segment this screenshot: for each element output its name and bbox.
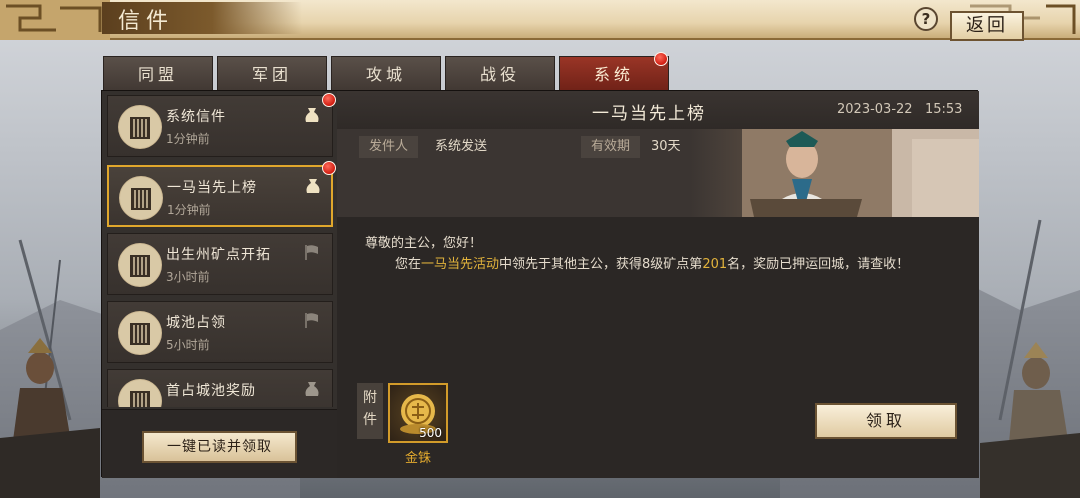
tab-campaign[interactable]: 战役	[445, 56, 555, 92]
sidebar-footer: 一键已读并领取	[102, 409, 337, 478]
validity-value: 30天	[651, 139, 681, 154]
scroll-icon	[118, 311, 162, 355]
attachment-name: 金铢	[404, 451, 431, 466]
mail-item-title: 系统信件	[166, 109, 226, 125]
sender-label: 发件人	[359, 136, 419, 158]
reward-bag-icon	[306, 179, 320, 193]
mail-item-system[interactable]: 系统信件 1分钟前	[107, 95, 333, 157]
mail-item-mine-expansion[interactable]: 出生州矿点开拓 3小时前	[107, 233, 333, 295]
mail-item-title: 城池占领	[166, 315, 226, 331]
mail-item-city-occupy[interactable]: 城池占领 5小时前	[107, 301, 333, 363]
mail-item-title: 出生州矿点开拓	[166, 247, 271, 263]
mail-meta: 发件人 系统发送 有效期 30天	[337, 136, 737, 158]
mail-time: 15:53	[924, 102, 963, 117]
mail-list: 系统信件 1分钟前 一马当先上榜 1分钟前 出生州矿点开拓 3小时前 城池占领 …	[107, 95, 333, 407]
mail-body-paragraph: 您在一马当先活动中领先于其他主公，获得8级矿点第201名，奖励已押运回城，请查收…	[365, 254, 945, 275]
attachment-quantity: 500	[419, 426, 442, 440]
strategist-portrait	[742, 129, 979, 217]
tab-legion[interactable]: 军团	[217, 56, 327, 92]
flag-icon	[305, 313, 318, 328]
event-name-highlight: 一马当先活动	[421, 257, 500, 272]
mail-header: 一马当先上榜 2023-03-22 15:53	[337, 91, 979, 129]
mail-item-first-place[interactable]: 一马当先上榜 1分钟前	[107, 165, 333, 227]
mail-unread-dot	[322, 161, 336, 175]
mail-subject: 一马当先上榜	[592, 104, 706, 124]
scroll-icon	[118, 379, 162, 407]
mail-item-time: 1分钟前	[166, 132, 210, 146]
mail-item-title: 首占城池奖励	[166, 383, 256, 399]
body-text-1: 您在	[395, 257, 422, 272]
mail-item-time: 3小时前	[166, 270, 210, 284]
mail-body: 尊敬的主公，您好！ 您在一马当先活动中领先于其他主公，获得8级矿点第201名，奖…	[365, 233, 945, 275]
body-text-3: 名，奖励已押运回城，请查收！	[727, 257, 910, 272]
flag-icon	[305, 245, 318, 260]
back-button[interactable]: 返回	[950, 11, 1024, 41]
help-button[interactable]: ?	[914, 7, 938, 31]
mail-date: 2023-03-22	[837, 102, 913, 117]
mail-unread-dot	[322, 93, 336, 107]
reward-bag-icon	[305, 382, 319, 396]
scroll-icon	[118, 243, 162, 287]
mail-banner: 发件人 系统发送 有效期 30天	[337, 129, 979, 217]
general-on-horse-left	[0, 338, 100, 498]
page-title: 信件	[118, 9, 175, 34]
mail-item-first-capture-reward[interactable]: 首占城池奖励	[107, 369, 333, 407]
tab-system-unread-dot	[654, 52, 668, 66]
read-all-and-claim-button[interactable]: 一键已读并领取	[142, 431, 297, 463]
mail-item-time: 1分钟前	[167, 203, 211, 217]
mail-item-time: 5小时前	[166, 338, 210, 352]
mail-panel: 系统信件 1分钟前 一马当先上榜 1分钟前 出生州矿点开拓 3小时前 城池占领 …	[101, 90, 979, 478]
title-bar: 信件 ? 返回	[0, 0, 1080, 41]
rank-highlight: 201	[702, 257, 728, 272]
scroll-icon	[119, 176, 163, 220]
body-text-2: 中领先于其他主公，获得8级矿点第	[499, 257, 703, 272]
tab-system[interactable]: 系统	[559, 56, 669, 92]
left-ornament	[0, 0, 110, 40]
mail-greeting: 尊敬的主公，您好！	[365, 236, 483, 251]
scroll-icon	[118, 105, 162, 149]
tab-alliance[interactable]: 同盟	[103, 56, 213, 92]
tab-siege[interactable]: 攻城	[331, 56, 441, 92]
validity-label: 有效期	[581, 136, 641, 158]
sender-value: 系统发送	[435, 139, 488, 154]
mail-item-title: 一马当先上榜	[167, 180, 257, 196]
mail-sidebar: 系统信件 1分钟前 一马当先上榜 1分钟前 出生州矿点开拓 3小时前 城池占领 …	[102, 91, 337, 478]
claim-button[interactable]: 领取	[815, 403, 957, 439]
reward-bag-icon	[305, 108, 319, 122]
mail-category-tabs: 同盟 军团 攻城 战役 系统	[103, 52, 703, 92]
mail-datetime: 2023-03-22 15:53	[837, 102, 962, 117]
attachment-label: 附件	[357, 383, 383, 439]
attachment-gold-coin[interactable]: 500	[388, 383, 448, 443]
general-on-horse-right	[980, 342, 1080, 498]
mail-content: 一马当先上榜 2023-03-22 15:53 发件人 系统发送 有效期 30天	[337, 91, 979, 478]
